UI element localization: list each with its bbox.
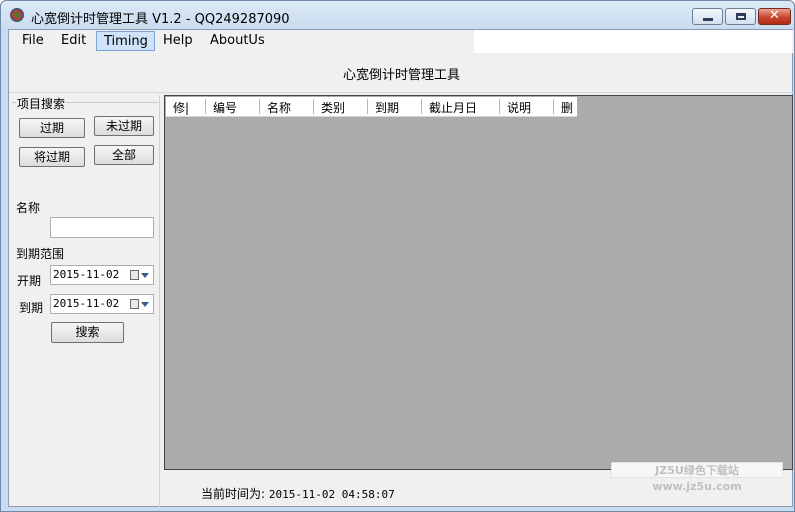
name-label: 名称 — [16, 201, 41, 215]
end-label: 到期 — [19, 301, 44, 315]
column-divider[interactable] — [259, 99, 260, 114]
search-panel: 项目搜索 过期 未过期 将过期 全部 名称 到期范围 开期 2015-11-02… — [11, 95, 160, 507]
status-label: 当前时间为: — [201, 487, 266, 501]
column-header-id[interactable]: 编号 — [213, 99, 237, 116]
minimize-icon — [703, 18, 713, 21]
chevron-down-icon[interactable] — [141, 273, 149, 278]
watermark: JZ5U绿色下载站www.jz5u.com — [611, 462, 783, 493]
calendar-icon[interactable] — [130, 299, 139, 309]
column-header-expiry[interactable]: 到期 — [375, 99, 399, 116]
title-bar[interactable]: 心宽倒计时管理工具 V1.2 - QQ249287090 ✕ — [1, 1, 794, 29]
page-title: 心宽倒计时管理工具 — [342, 68, 460, 83]
search-button[interactable]: 搜索 — [51, 322, 124, 343]
name-input[interactable] — [50, 217, 154, 238]
end-date-picker[interactable]: 2015-11-02 — [50, 294, 154, 314]
close-button[interactable]: ✕ — [758, 8, 791, 25]
start-date-value: 2015-11-02 — [53, 268, 120, 281]
status-bar: 当前时间为: 2015-11-02 04:58:07 — [201, 485, 395, 502]
app-window: 心宽倒计时管理工具 V1.2 - QQ249287090 ✕ File Edit… — [0, 0, 795, 512]
column-header-name[interactable]: 名称 — [267, 99, 291, 116]
current-time: 2015-11-02 04:58:07 — [268, 488, 395, 501]
menu-help[interactable]: Help — [156, 31, 200, 51]
search-group-label: 项目搜索 — [16, 95, 67, 112]
window-title: 心宽倒计时管理工具 V1.2 - QQ249287090 — [31, 12, 290, 27]
column-divider[interactable] — [367, 99, 368, 114]
expired-button[interactable]: 过期 — [19, 118, 85, 138]
all-button[interactable]: 全部 — [94, 145, 154, 165]
menu-edit[interactable]: Edit — [54, 31, 93, 51]
end-date-value: 2015-11-02 — [53, 297, 120, 310]
column-divider[interactable] — [553, 99, 554, 114]
column-header-delete[interactable]: 删 — [561, 99, 573, 116]
not-expired-button[interactable]: 未过期 — [94, 116, 154, 136]
column-divider[interactable] — [499, 99, 500, 114]
start-label: 开期 — [17, 274, 42, 288]
range-label: 到期范围 — [16, 247, 65, 261]
expiring-button[interactable]: 将过期 — [19, 147, 85, 167]
column-header-category[interactable]: 类别 — [321, 99, 345, 116]
menu-timing[interactable]: Timing — [96, 31, 155, 51]
column-header-notes[interactable]: 说明 — [507, 99, 531, 116]
column-divider[interactable] — [421, 99, 422, 114]
menu-aboutus[interactable]: AboutUs — [203, 31, 272, 51]
table-header: 修| 编号 名称 类别 到期 截止月日 说明 删 — [166, 97, 577, 117]
chevron-down-icon[interactable] — [141, 302, 149, 307]
divider — [9, 92, 794, 93]
column-divider[interactable] — [313, 99, 314, 114]
start-date-picker[interactable]: 2015-11-02 — [50, 265, 154, 285]
close-icon: ✕ — [769, 8, 780, 23]
column-header-edit[interactable]: 修| — [173, 99, 189, 116]
menu-bar: File Edit Timing Help AboutUs — [9, 30, 794, 53]
calendar-icon[interactable] — [130, 270, 139, 280]
column-divider[interactable] — [205, 99, 206, 114]
maximize-icon — [736, 13, 746, 20]
menu-file[interactable]: File — [15, 31, 51, 51]
project-table[interactable]: 修| 编号 名称 类别 到期 截止月日 说明 删 — [164, 95, 793, 470]
maximize-button[interactable] — [725, 8, 756, 25]
column-header-deadline[interactable]: 截止月日 — [429, 99, 477, 116]
client-area: File Edit Timing Help AboutUs 心宽倒计时管理工具 … — [8, 29, 794, 507]
app-logo-icon[interactable] — [10, 8, 24, 22]
menu-blank-area — [474, 30, 792, 53]
minimize-button[interactable] — [692, 8, 723, 25]
